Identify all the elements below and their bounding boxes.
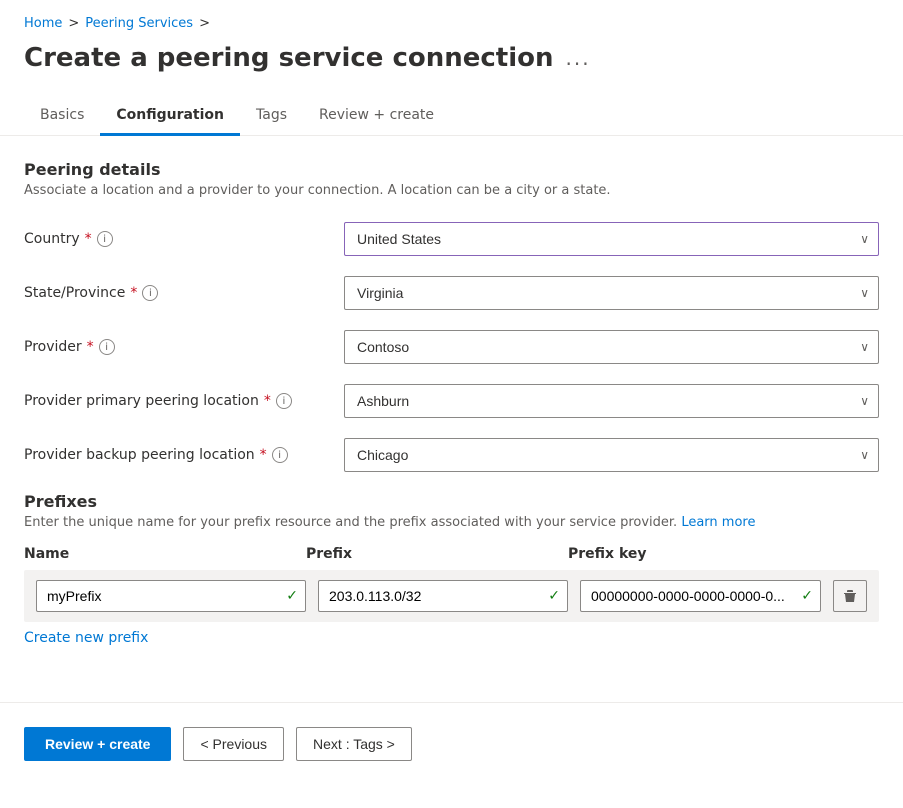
breadcrumb-sep2: > [199, 16, 210, 31]
backup-location-label: Provider backup peering location * i [24, 447, 344, 463]
prefix-key-input-wrap: ✓ [580, 580, 821, 612]
col-header-prefix: Prefix [306, 546, 556, 562]
create-new-prefix-link[interactable]: Create new prefix [24, 630, 148, 646]
backup-location-required: * [260, 447, 267, 463]
prefix-value-check-icon: ✓ [548, 588, 560, 604]
main-content: Peering details Associate a location and… [0, 136, 903, 670]
tab-bar: Basics Configuration Tags Review + creat… [0, 97, 903, 136]
prefix-delete-button[interactable] [833, 580, 867, 612]
primary-location-select[interactable]: Ashburn Chicago Dallas [344, 384, 879, 418]
learn-more-link[interactable]: Learn more [681, 515, 755, 530]
provider-select-wrapper: Contoso Other Provider ∨ [344, 330, 879, 364]
backup-location-select[interactable]: Chicago Ashburn Dallas [344, 438, 879, 472]
breadcrumb-home[interactable]: Home [24, 16, 62, 31]
backup-location-row: Provider backup peering location * i Chi… [24, 438, 879, 472]
previous-button[interactable]: < Previous [183, 727, 284, 761]
breadcrumb: Home > Peering Services > [0, 0, 903, 39]
prefix-table-header: Name Prefix Prefix key [24, 546, 879, 562]
primary-location-info-icon[interactable]: i [276, 393, 292, 409]
country-select[interactable]: United States Canada United Kingdom [344, 222, 879, 256]
country-label: Country * i [24, 231, 344, 247]
state-info-icon[interactable]: i [142, 285, 158, 301]
peering-details-desc: Associate a location and a provider to y… [24, 183, 879, 198]
prefix-value-input[interactable] [318, 580, 568, 612]
primary-location-required: * [264, 393, 271, 409]
footer-buttons: Review + create < Previous Next : Tags > [0, 727, 903, 761]
provider-row: Provider * i Contoso Other Provider ∨ [24, 330, 879, 364]
tab-review-create[interactable]: Review + create [303, 97, 450, 136]
provider-select[interactable]: Contoso Other Provider [344, 330, 879, 364]
prefix-value-input-wrap: ✓ [318, 580, 568, 612]
provider-info-icon[interactable]: i [99, 339, 115, 355]
tab-basics[interactable]: Basics [24, 97, 100, 136]
state-select[interactable]: Virginia California Washington [344, 276, 879, 310]
tab-configuration[interactable]: Configuration [100, 97, 240, 136]
primary-location-row: Provider primary peering location * i As… [24, 384, 879, 418]
country-info-icon[interactable]: i [97, 231, 113, 247]
provider-required: * [87, 339, 94, 355]
review-create-button[interactable]: Review + create [24, 727, 171, 761]
breadcrumb-peering[interactable]: Peering Services [85, 16, 193, 31]
prefix-name-input[interactable] [36, 580, 306, 612]
footer-divider [0, 702, 903, 703]
state-row: State/Province * i Virginia California W… [24, 276, 879, 310]
col-header-prefix-key: Prefix key [568, 546, 879, 562]
prefixes-desc: Enter the unique name for your prefix re… [24, 515, 879, 530]
next-button[interactable]: Next : Tags > [296, 727, 412, 761]
prefix-key-check-icon: ✓ [801, 588, 813, 604]
state-label: State/Province * i [24, 285, 344, 301]
page-header: Create a peering service connection ... [0, 39, 903, 97]
more-options-button[interactable]: ... [566, 46, 591, 70]
primary-location-label: Provider primary peering location * i [24, 393, 344, 409]
prefixes-section: Prefixes Enter the unique name for your … [24, 492, 879, 646]
state-required: * [130, 285, 137, 301]
peering-details-title: Peering details [24, 160, 879, 179]
page-title: Create a peering service connection [24, 43, 554, 73]
backup-location-info-icon[interactable]: i [272, 447, 288, 463]
prefix-key-input[interactable] [580, 580, 821, 612]
country-row: Country * i United States Canada United … [24, 222, 879, 256]
provider-label: Provider * i [24, 339, 344, 355]
primary-location-select-wrapper: Ashburn Chicago Dallas ∨ [344, 384, 879, 418]
country-select-wrapper: United States Canada United Kingdom ∨ [344, 222, 879, 256]
state-select-wrapper: Virginia California Washington ∨ [344, 276, 879, 310]
backup-location-select-wrapper: Chicago Ashburn Dallas ∨ [344, 438, 879, 472]
breadcrumb-sep1: > [68, 16, 79, 31]
country-required: * [85, 231, 92, 247]
tab-tags[interactable]: Tags [240, 97, 303, 136]
prefixes-title: Prefixes [24, 492, 879, 511]
prefix-name-check-icon: ✓ [286, 588, 298, 604]
col-header-name: Name [24, 546, 294, 562]
prefix-table-row: ✓ ✓ ✓ [24, 570, 879, 622]
prefix-name-input-wrap: ✓ [36, 580, 306, 612]
